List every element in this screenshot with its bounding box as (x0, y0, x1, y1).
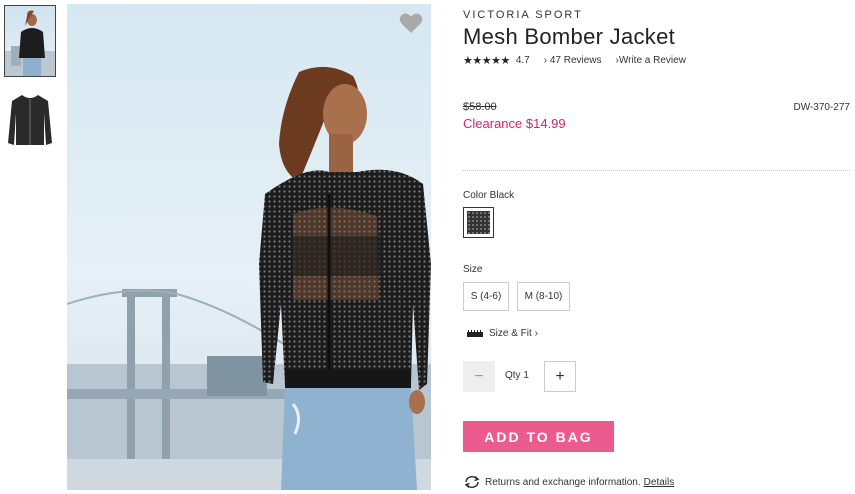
size-option-medium[interactable]: M (8-10) (517, 282, 570, 311)
swatch-pattern (467, 211, 490, 234)
original-price: $58.00 (463, 101, 497, 113)
quantity-value: Qty 1 (505, 370, 529, 381)
star-rating-icon: ★★★★★ (463, 55, 510, 67)
returns-text: Returns and exchange information. (485, 476, 641, 488)
color-label: Color Black (463, 190, 515, 201)
brand-name: VICTORIA SPORT (463, 9, 583, 21)
sale-price: Clearance $14.99 (463, 116, 566, 131)
write-review-link[interactable]: ›Write a Review (616, 55, 686, 66)
rating-row: ★★★★★ 4.7 › 47 Reviews ›Write a Review (463, 54, 686, 67)
rating-value: 4.7 (515, 55, 530, 66)
thumbnail-model-photo[interactable] (4, 5, 56, 77)
reviews-link-label: 47 Reviews (549, 55, 602, 66)
wishlist-heart-icon[interactable] (399, 12, 423, 34)
color-swatch-black[interactable] (463, 207, 494, 238)
product-sku: DW-370-277 (793, 102, 850, 113)
thumbnail-model-image (5, 10, 55, 76)
product-main-image (67, 4, 431, 490)
size-label: Size (463, 264, 483, 275)
quantity-decrease-button[interactable]: − (463, 361, 495, 392)
returns-details-link[interactable]: Details (644, 477, 675, 488)
reviews-link[interactable]: › 47 Reviews (544, 55, 602, 66)
size-fit-label: Size & Fit (489, 328, 532, 339)
chevron-right-icon: › (531, 328, 538, 339)
model-photo (67, 66, 431, 490)
size-option-small[interactable]: S (4-6) (463, 282, 509, 311)
refresh-icon (464, 475, 480, 489)
write-review-label: Write a Review (618, 55, 686, 66)
returns-info: Returns and exchange information. Detail… (463, 475, 674, 489)
thumbnail-product-photo[interactable] (4, 89, 56, 161)
thumbnail-jacket-image (8, 95, 52, 145)
product-title: Mesh Bomber Jacket (463, 24, 676, 49)
add-to-bag-button[interactable]: ADD TO BAG (463, 421, 614, 452)
size-fit-link[interactable]: Size & Fit › (467, 328, 538, 339)
section-divider (463, 170, 850, 171)
quantity-increase-button[interactable]: + (544, 361, 576, 392)
ruler-icon (467, 330, 483, 337)
